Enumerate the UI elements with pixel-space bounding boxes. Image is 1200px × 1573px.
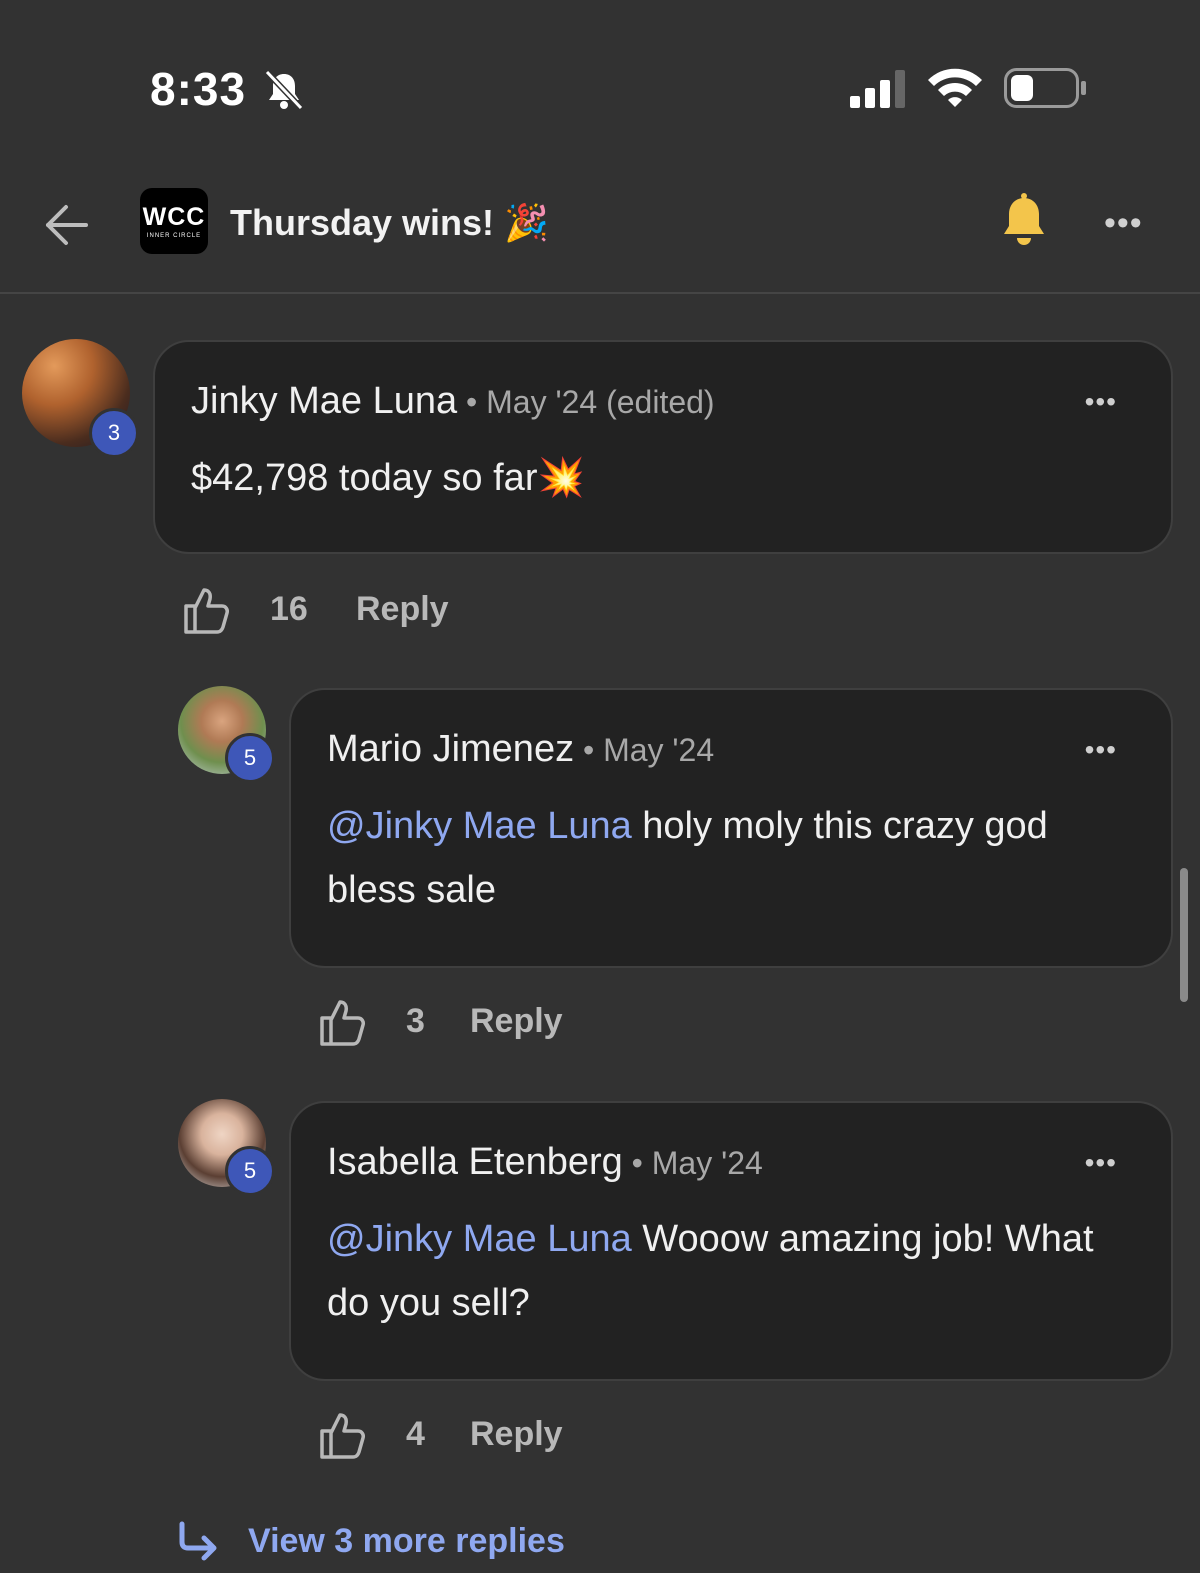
- more-icon[interactable]: •••: [1085, 1147, 1117, 1179]
- mention-link[interactable]: @Jinky Mae Luna: [327, 1218, 632, 1260]
- comment-meta: • May '24: [574, 732, 715, 768]
- comment-author[interactable]: Mario Jimenez: [327, 728, 574, 770]
- battery-icon: [1004, 68, 1086, 108]
- comment-author[interactable]: Isabella Etenberg: [327, 1141, 623, 1183]
- signal-icon: [850, 70, 905, 108]
- post-title: Thursday wins! 🎉: [230, 202, 549, 243]
- thumbs-up-icon[interactable]: [318, 1411, 368, 1461]
- reply-arrow-icon: [179, 1521, 217, 1561]
- more-icon[interactable]: •••: [1085, 386, 1117, 418]
- more-icon[interactable]: •••: [1104, 204, 1143, 243]
- comment-actions: 16 Reply: [182, 586, 582, 636]
- level-badge: 3: [89, 408, 139, 458]
- bell-slash-icon: [264, 69, 304, 111]
- comment-meta: • May '24 (edited): [457, 384, 715, 420]
- wifi-icon: [928, 68, 982, 107]
- comment-actions: 4 Reply: [318, 1411, 718, 1461]
- thumbs-up-icon[interactable]: [182, 586, 232, 636]
- like-count: 3: [406, 1002, 425, 1040]
- more-icon[interactable]: •••: [1085, 734, 1117, 766]
- comment-bubble: Mario Jimenez • May '24 ••• @Jinky Mae L…: [289, 688, 1173, 968]
- group-logo[interactable]: WCC INNER CIRCLE: [140, 188, 208, 254]
- level-badge: 5: [225, 1146, 275, 1196]
- comment-author-line: Mario Jimenez • May '24: [327, 728, 714, 771]
- reply-button[interactable]: Reply: [356, 590, 449, 629]
- reply-button[interactable]: Reply: [470, 1002, 563, 1041]
- mention-link[interactable]: @Jinky Mae Luna: [327, 805, 632, 847]
- clock: 8:33: [150, 63, 247, 115]
- bell-icon[interactable]: [1000, 192, 1048, 252]
- scrollbar[interactable]: [1180, 868, 1188, 1002]
- comment-author[interactable]: Jinky Mae Luna: [191, 380, 457, 422]
- group-logo-text: WCC: [142, 203, 206, 231]
- status-bar: 8:33: [0, 0, 1200, 170]
- like-count: 4: [406, 1415, 425, 1453]
- like-count: 16: [270, 590, 308, 628]
- thumbs-up-icon[interactable]: [318, 998, 368, 1048]
- view-more-label: View 3 more replies: [248, 1522, 565, 1560]
- comment-body: @Jinky Mae Luna holy moly this crazy god…: [327, 794, 1107, 922]
- comment-body: @Jinky Mae Luna Wooow amazing job! What …: [327, 1207, 1127, 1335]
- reply-button[interactable]: Reply: [470, 1415, 563, 1454]
- post-header: WCC INNER CIRCLE Thursday wins! 🎉 •••: [0, 180, 1200, 294]
- comment-meta: • May '24: [622, 1145, 763, 1181]
- comment-text: $42,798 today so far💥: [191, 457, 585, 499]
- comment-bubble: Jinky Mae Luna • May '24 (edited) ••• $4…: [153, 340, 1173, 554]
- comment-author-line: Isabella Etenberg • May '24: [327, 1141, 763, 1184]
- level-badge: 5: [225, 733, 275, 783]
- group-logo-subtext: INNER CIRCLE: [146, 233, 202, 239]
- comment-actions: 3 Reply: [318, 998, 718, 1048]
- comment-author-line: Jinky Mae Luna • May '24 (edited): [191, 380, 715, 423]
- back-arrow-icon[interactable]: [40, 198, 94, 252]
- comment-bubble: Isabella Etenberg • May '24 ••• @Jinky M…: [289, 1101, 1173, 1381]
